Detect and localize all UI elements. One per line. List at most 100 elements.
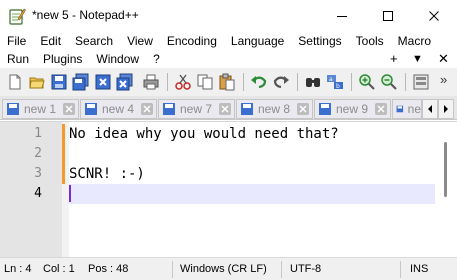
tab-list-dropdown-button[interactable]: ▼ bbox=[412, 50, 423, 68]
tab-close-button[interactable] bbox=[297, 103, 309, 115]
toolbar-separator bbox=[167, 73, 168, 91]
title-bar: *new 5 - Notepad++ bbox=[0, 0, 457, 32]
menu-window[interactable]: Window bbox=[89, 50, 139, 68]
tab-new-4[interactable]: new 4 bbox=[80, 99, 157, 119]
print-icon[interactable] bbox=[142, 73, 160, 91]
code-line[interactable]: No idea why you would need that? bbox=[69, 124, 339, 144]
svg-text:a: a bbox=[329, 76, 333, 83]
menu-search[interactable]: Search bbox=[68, 32, 113, 50]
status-column: Col : 1 bbox=[43, 263, 75, 275]
undo-icon[interactable] bbox=[250, 73, 268, 91]
close-all-icon[interactable] bbox=[116, 73, 134, 91]
minimize-button[interactable] bbox=[319, 0, 365, 32]
paste-icon[interactable] bbox=[218, 73, 236, 91]
menu-run[interactable]: Run bbox=[0, 50, 29, 68]
menu-tools[interactable]: Tools bbox=[349, 32, 384, 50]
tab-new-8[interactable]: new 8 bbox=[236, 99, 313, 119]
tab-label: new 9 bbox=[336, 102, 369, 116]
zoom-out-icon[interactable] bbox=[380, 73, 398, 91]
tab-scroll-left-button[interactable] bbox=[422, 99, 438, 119]
maximize-button[interactable] bbox=[365, 0, 411, 32]
copy-icon[interactable] bbox=[196, 73, 214, 91]
menu-language[interactable]: Language bbox=[224, 32, 284, 50]
status-encoding[interactable]: UTF-8 bbox=[290, 258, 321, 280]
tab-close-button[interactable] bbox=[219, 103, 231, 115]
open-file-icon[interactable] bbox=[28, 73, 46, 91]
tab-close-button[interactable] bbox=[375, 103, 387, 115]
saved-file-icon bbox=[396, 105, 404, 113]
status-bar: Ln : 4 Col : 1 Pos : 48 Windows (CR LF) … bbox=[0, 257, 457, 280]
toolbar-overflow-icon[interactable]: » bbox=[440, 72, 447, 87]
editor-area[interactable]: 1 2 3 4 No idea why you would need that?… bbox=[0, 121, 457, 258]
code-line[interactable]: SCNR! :-) bbox=[69, 164, 145, 184]
status-divider bbox=[281, 261, 282, 278]
status-insert-mode: INS bbox=[410, 263, 429, 275]
menu-macro[interactable]: Macro bbox=[391, 32, 431, 50]
line-number: 2 bbox=[34, 146, 42, 161]
menu-settings[interactable]: Settings bbox=[291, 32, 341, 50]
menu-plugins[interactable]: Plugins bbox=[36, 50, 82, 68]
line-number: 4 bbox=[34, 186, 42, 201]
tab-close-button[interactable] bbox=[63, 103, 75, 115]
tab-new-1[interactable]: new 1 bbox=[2, 99, 79, 119]
tab-partial[interactable]: ne bbox=[392, 99, 422, 119]
menu-row-1: File Edit Search View Encoding Language … bbox=[0, 32, 438, 50]
saved-file-icon bbox=[241, 103, 253, 115]
menu-edit[interactable]: Edit bbox=[33, 32, 61, 50]
saved-file-icon bbox=[163, 103, 175, 115]
notepadpp-app-icon bbox=[9, 8, 26, 25]
line-number: 1 bbox=[34, 126, 42, 141]
status-line: Ln : 4 bbox=[4, 263, 32, 275]
toolbar-separator bbox=[351, 73, 352, 91]
close-file-icon[interactable] bbox=[94, 73, 112, 91]
change-marker bbox=[62, 164, 65, 184]
menu-bar: File Edit Search View Encoding Language … bbox=[0, 32, 457, 68]
add-tab-button[interactable]: + bbox=[390, 50, 398, 68]
status-divider bbox=[172, 261, 173, 278]
tab-label: new 4 bbox=[102, 102, 135, 116]
tab-new-9[interactable]: new 9 bbox=[314, 99, 391, 119]
toolbar-separator bbox=[405, 73, 406, 91]
close-window-button[interactable] bbox=[411, 0, 457, 32]
chevron-left-icon bbox=[428, 105, 432, 113]
scrollbar-thumb[interactable] bbox=[444, 142, 447, 197]
menu-help[interactable]: ? bbox=[146, 50, 160, 68]
status-position: Pos : 48 bbox=[88, 263, 129, 275]
menu-view[interactable]: View bbox=[120, 32, 153, 50]
save-icon[interactable] bbox=[50, 73, 68, 91]
status-divider bbox=[400, 261, 401, 278]
tab-bar: new 1 new 4 new 7 new 8 new 9 ne bbox=[0, 96, 457, 120]
tab-new-7[interactable]: new 7 bbox=[158, 99, 235, 119]
svg-text:b: b bbox=[336, 83, 340, 90]
chevron-right-icon bbox=[444, 105, 448, 113]
sync-scroll-icon[interactable] bbox=[412, 73, 430, 91]
minimize-icon bbox=[337, 16, 347, 17]
tab-close-button[interactable] bbox=[141, 103, 153, 115]
tab-label: ne bbox=[407, 102, 421, 116]
tab-label: new 7 bbox=[180, 102, 213, 116]
menu-encoding[interactable]: Encoding bbox=[160, 32, 217, 50]
menu-file[interactable]: File bbox=[0, 32, 26, 50]
redo-icon[interactable] bbox=[272, 73, 290, 91]
close-icon bbox=[221, 105, 229, 113]
menu-row-2: Run Plugins Window ? bbox=[0, 50, 167, 68]
vertical-scrollbar[interactable] bbox=[435, 122, 457, 258]
text-caret bbox=[69, 185, 71, 202]
zoom-in-icon[interactable] bbox=[358, 73, 376, 91]
close-icon bbox=[377, 105, 385, 113]
window-title: *new 5 - Notepad++ bbox=[32, 8, 139, 22]
close-icon bbox=[65, 105, 73, 113]
tab-scroll-right-button[interactable] bbox=[438, 99, 454, 119]
cut-icon[interactable] bbox=[174, 73, 192, 91]
line-number: 3 bbox=[34, 166, 42, 181]
new-file-icon[interactable] bbox=[6, 73, 24, 91]
toolbar-separator bbox=[297, 73, 298, 91]
saved-file-icon bbox=[85, 103, 97, 115]
replace-icon[interactable]: ab bbox=[326, 73, 344, 91]
change-marker bbox=[62, 124, 65, 144]
status-eol-format[interactable]: Windows (CR LF) bbox=[180, 258, 267, 280]
close-document-button[interactable]: ✕ bbox=[438, 50, 449, 68]
saved-file-icon bbox=[7, 103, 19, 115]
save-all-icon[interactable] bbox=[72, 73, 90, 91]
find-icon[interactable] bbox=[304, 73, 322, 91]
